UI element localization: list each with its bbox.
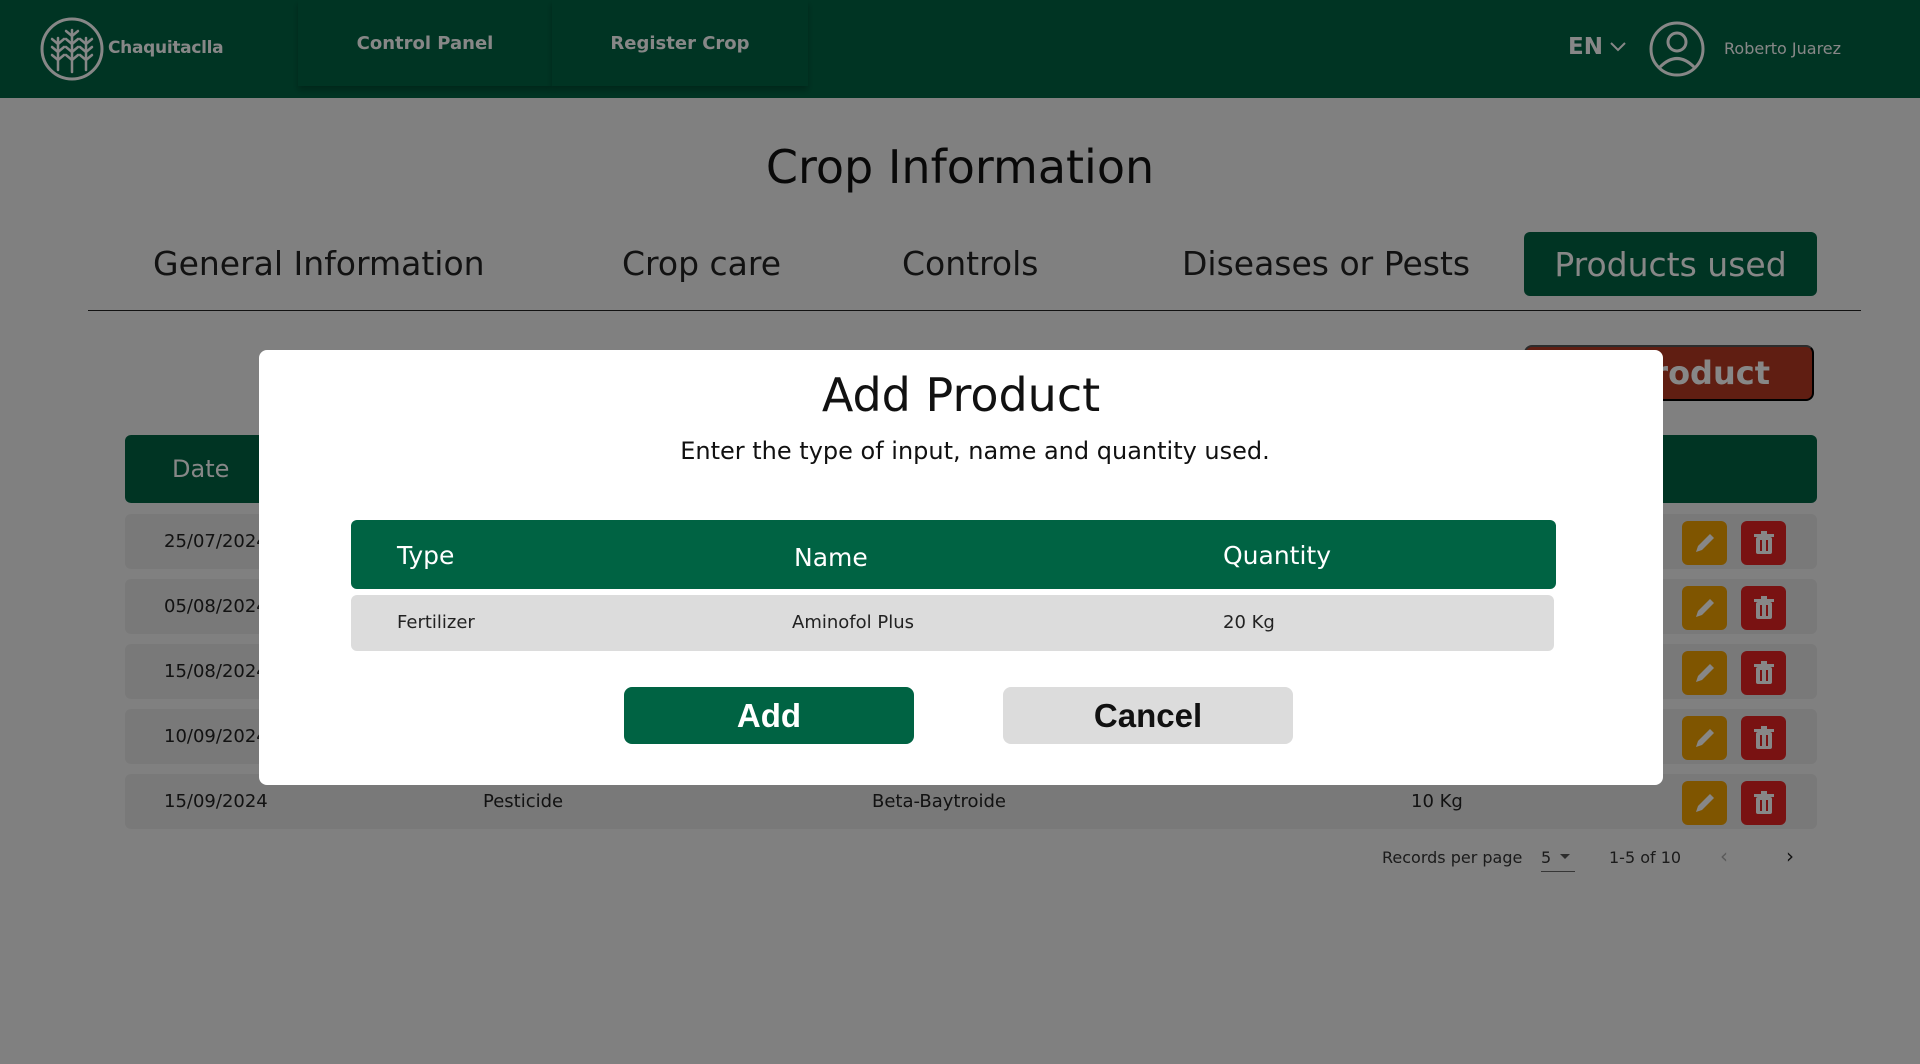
input-name[interactable]: Aminofol Plus — [792, 612, 914, 633]
dialog-subtitle: Enter the type of input, name and quanti… — [680, 437, 1270, 465]
column-quantity: Quantity — [1223, 541, 1332, 570]
add-product-dialog: Add Product Enter the type of input, nam… — [259, 350, 1663, 785]
column-name: Name — [794, 543, 868, 572]
add-button[interactable]: Add — [624, 687, 914, 744]
dialog-input-row[interactable]: Fertilizer Aminofol Plus 20 Kg — [351, 595, 1554, 651]
dialog-title: Add Product — [821, 368, 1101, 422]
column-type: Type — [397, 541, 455, 570]
input-quantity[interactable]: 20 Kg — [1223, 612, 1275, 633]
cancel-button[interactable]: Cancel — [1003, 687, 1293, 744]
input-type[interactable]: Fertilizer — [397, 612, 475, 633]
dialog-table-header: Type Name Quantity — [351, 520, 1556, 589]
